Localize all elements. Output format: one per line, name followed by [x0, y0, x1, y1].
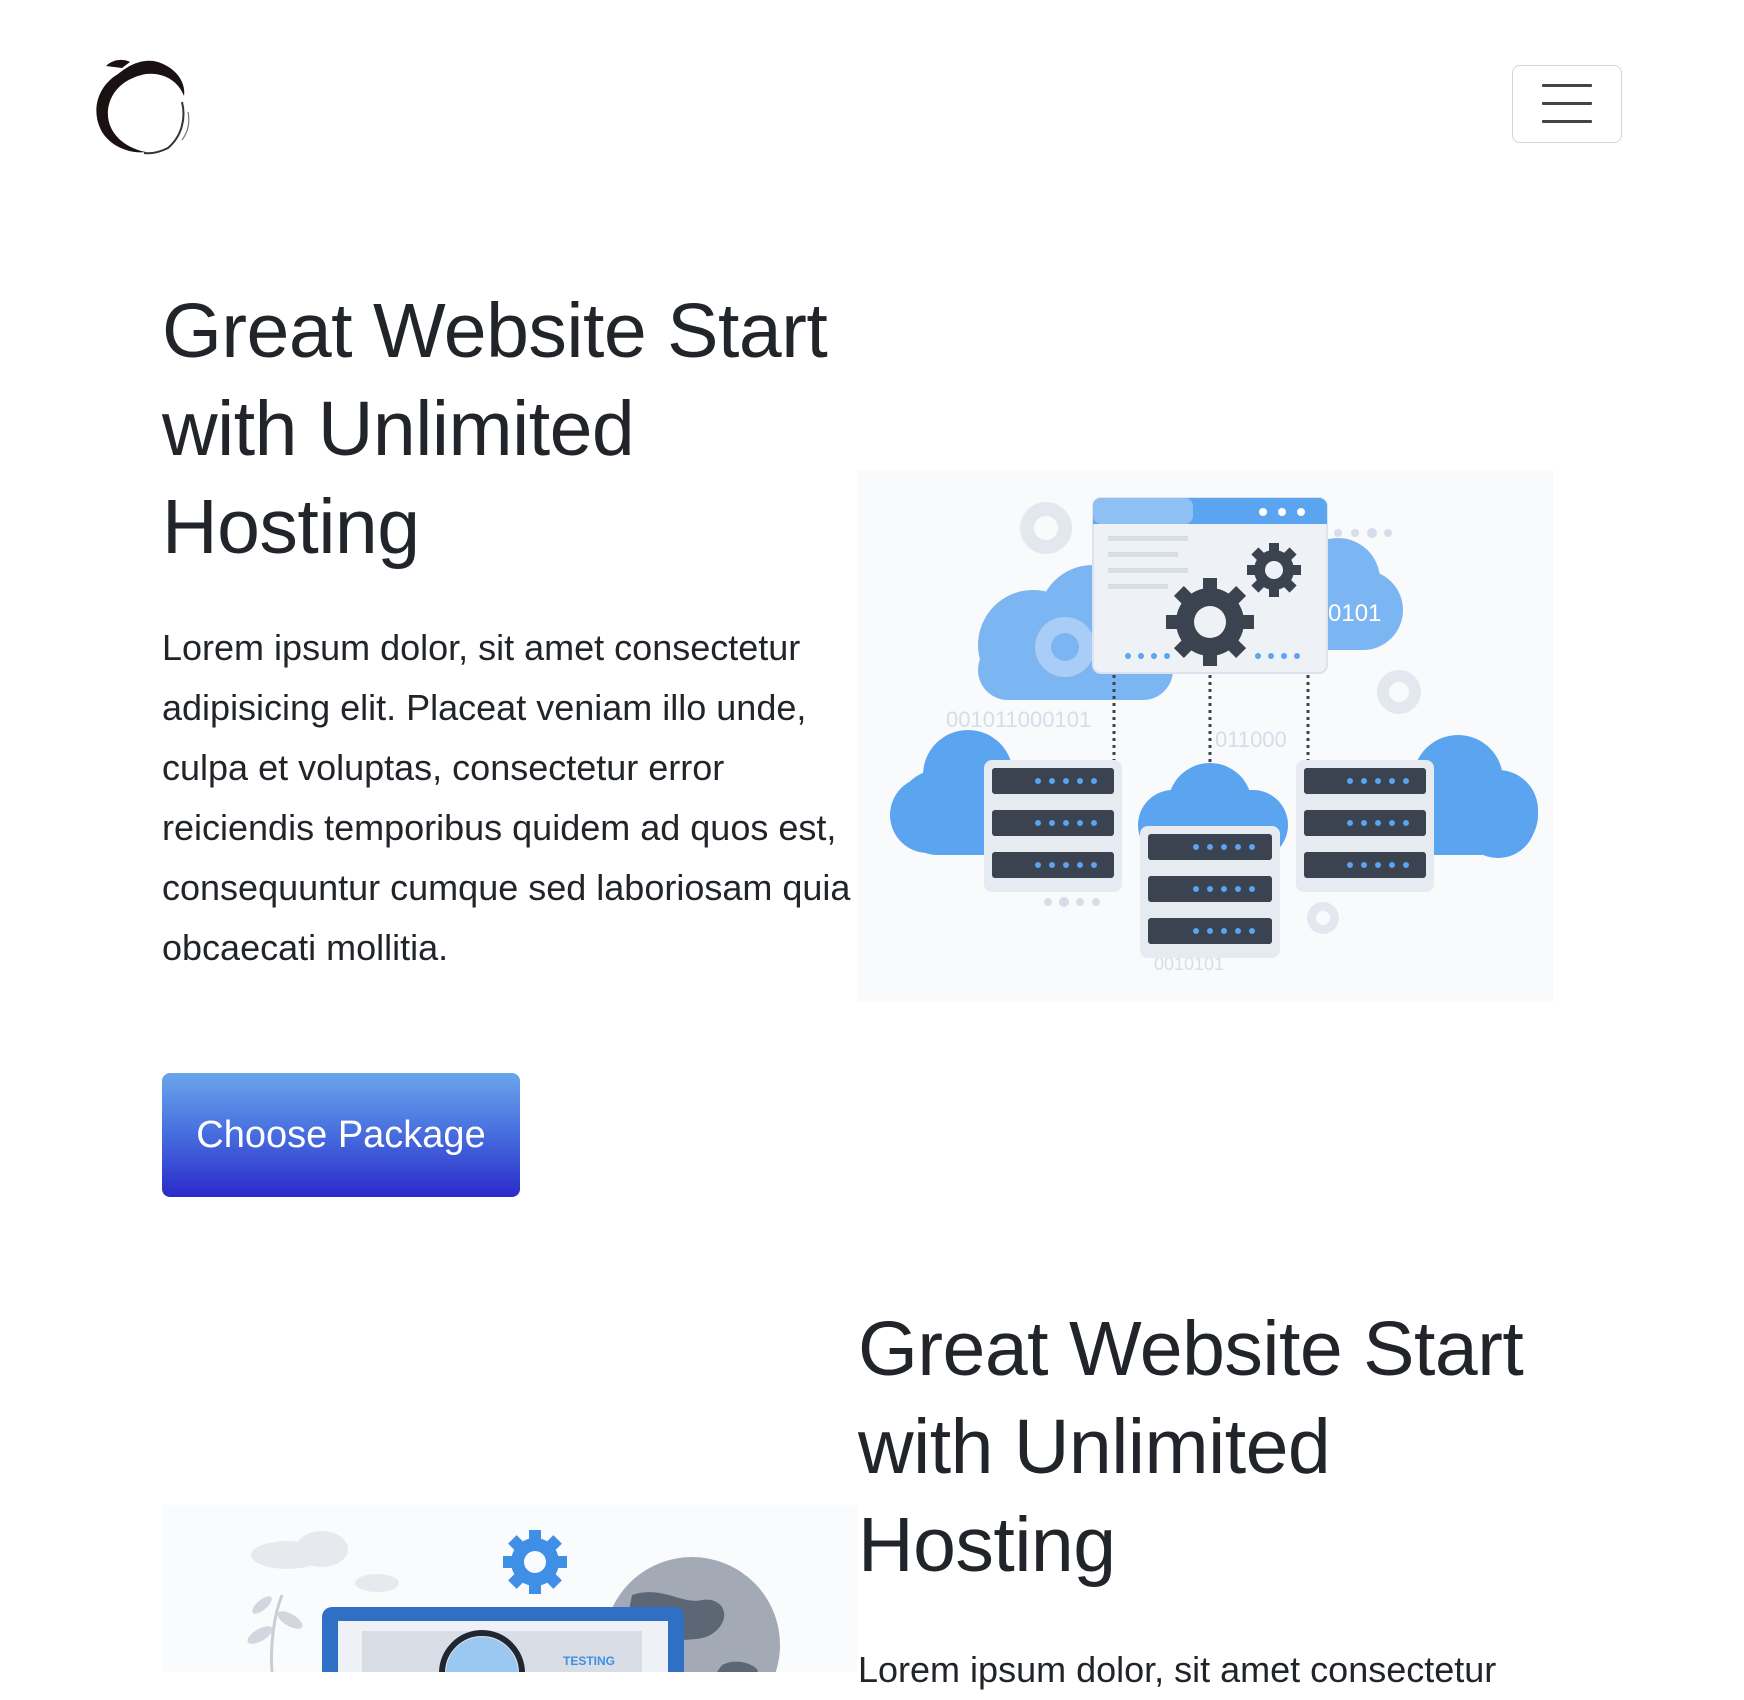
server-stack-center — [1140, 826, 1280, 958]
server-stack-left — [984, 760, 1122, 892]
cloud-hosting-illustration: 0101 001011000101 011000 0010101 — [858, 470, 1553, 1002]
navbar — [0, 0, 1744, 210]
gear-icon — [1166, 578, 1254, 666]
hero-description: Lorem ipsum dolor, sit amet consectetur … — [162, 627, 851, 968]
binary-label: 001011000101 — [946, 707, 1091, 732]
gear-icon — [1247, 543, 1301, 597]
hero-title: Great Website Start with Unlimited Hosti… — [162, 288, 828, 570]
crescent-logo-icon — [96, 59, 190, 155]
testing-illustration: TESTING — [162, 1505, 857, 1672]
feature-title: Great Website Start with Unlimited Hosti… — [858, 1306, 1524, 1588]
binary-label: 011000 — [1215, 727, 1287, 752]
feature-description: Lorem ipsum dolor, sit amet consectetur — [858, 1649, 1497, 1690]
testing-label: TESTING — [563, 1654, 615, 1668]
menu-toggle-button[interactable] — [1512, 65, 1622, 143]
server-stack-right — [1296, 760, 1434, 892]
choose-package-button[interactable]: Choose Package — [162, 1073, 520, 1197]
logo[interactable] — [88, 52, 198, 158]
gear-icon — [1020, 502, 1072, 554]
binary-label: 0101 — [1328, 600, 1381, 627]
gear-icon — [503, 1530, 567, 1594]
hamburger-menu-icon — [1542, 84, 1592, 124]
